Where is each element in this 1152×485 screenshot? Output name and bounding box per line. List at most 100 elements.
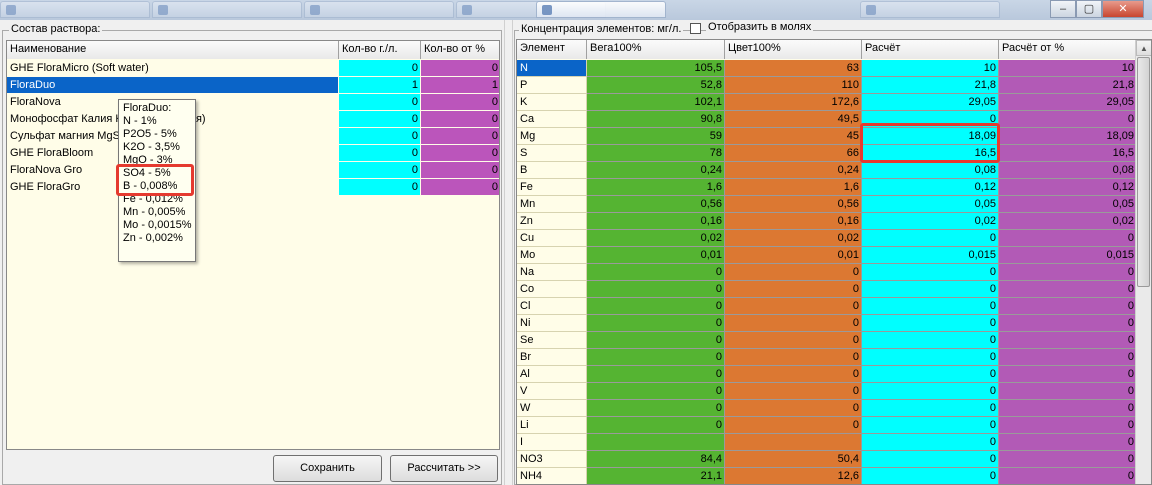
cell-element[interactable]: I: [517, 434, 587, 451]
cell-vega[interactable]: 1,6: [587, 179, 725, 196]
cell-vega[interactable]: 90,8: [587, 111, 725, 128]
table-row[interactable]: Mo 0,01 0,01 0,015 0,015: [517, 247, 1137, 264]
cell-vega[interactable]: 0: [587, 298, 725, 315]
cell-color[interactable]: 0,16: [725, 213, 862, 230]
cell-calc[interactable]: 0: [862, 264, 999, 281]
table-row[interactable]: Li 0 0 0 0: [517, 417, 1137, 434]
table-row[interactable]: Zn 0,16 0,16 0,02 0,02: [517, 213, 1137, 230]
cell-calc[interactable]: 0,08: [862, 162, 999, 179]
taskbar-tab[interactable]: [304, 1, 454, 18]
cell-calc-pct[interactable]: 0: [999, 349, 1137, 366]
maximize-button[interactable]: ▢: [1076, 0, 1102, 18]
cell-vega[interactable]: 59: [587, 128, 725, 145]
cell-color[interactable]: 0: [725, 298, 862, 315]
table-row[interactable]: I 00: [517, 434, 1137, 451]
cell-color[interactable]: 172,6: [725, 94, 862, 111]
cell-pct[interactable]: 0: [421, 179, 499, 196]
cell-calc-pct[interactable]: 0: [999, 298, 1137, 315]
cell-qty[interactable]: 0: [339, 111, 421, 128]
table-row[interactable]: Ca 90,8 49,5 0 0: [517, 111, 1137, 128]
cell-element[interactable]: Na: [517, 264, 587, 281]
cell-element[interactable]: Mg: [517, 128, 587, 145]
cell-calc-pct[interactable]: 16,5: [999, 145, 1137, 162]
cell-color[interactable]: 0: [725, 400, 862, 417]
cell-element[interactable]: Mn: [517, 196, 587, 213]
cell-element[interactable]: NO3: [517, 451, 587, 468]
cell-calc-pct[interactable]: 0: [999, 366, 1137, 383]
cell-element[interactable]: V: [517, 383, 587, 400]
cell-pct[interactable]: 0: [421, 128, 499, 145]
cell-color[interactable]: 63: [725, 60, 862, 77]
cell-pct[interactable]: 0: [421, 60, 499, 77]
cell-qty[interactable]: 0: [339, 94, 421, 111]
table-row[interactable]: Al 0 0 0 0: [517, 366, 1137, 383]
cell-calc-pct[interactable]: 0,12: [999, 179, 1137, 196]
column-header-vega[interactable]: Вега100%: [587, 40, 725, 59]
cell-calc[interactable]: 0,015: [862, 247, 999, 264]
cell-calc[interactable]: 0,12: [862, 179, 999, 196]
cell-vega[interactable]: 0,01: [587, 247, 725, 264]
cell-calc[interactable]: 0,02: [862, 213, 999, 230]
cell-element[interactable]: Li: [517, 417, 587, 434]
taskbar-tab[interactable]: [860, 1, 1000, 18]
cell-vega[interactable]: 102,1: [587, 94, 725, 111]
vertical-scrollbar[interactable]: ▲: [1135, 40, 1151, 484]
cell-calc-pct[interactable]: 0,02: [999, 213, 1137, 230]
column-header-pct[interactable]: Кол-во от %: [421, 41, 499, 59]
table-row[interactable]: Na 0 0 0 0: [517, 264, 1137, 281]
cell-color[interactable]: 0: [725, 383, 862, 400]
column-header-qty[interactable]: Кол-во г./л.: [339, 41, 421, 59]
cell-calc-pct[interactable]: 29,05: [999, 94, 1137, 111]
cell-name[interactable]: FloraDuo: [7, 77, 339, 94]
cell-vega[interactable]: 0: [587, 366, 725, 383]
cell-element[interactable]: Br: [517, 349, 587, 366]
table-row[interactable]: V0000: [517, 383, 1137, 400]
cell-color[interactable]: 110: [725, 77, 862, 94]
cell-qty[interactable]: 0: [339, 162, 421, 179]
cell-element[interactable]: S: [517, 145, 587, 162]
table-row[interactable]: NH4 21,1 12,6 0 0: [517, 468, 1137, 484]
table-row[interactable]: GHE FloraGro 0 0: [7, 179, 499, 196]
cell-element[interactable]: Mo: [517, 247, 587, 264]
cell-element[interactable]: Cl: [517, 298, 587, 315]
cell-calc-pct[interactable]: 0: [999, 417, 1137, 434]
cell-calc[interactable]: 0: [862, 417, 999, 434]
cell-element[interactable]: Ca: [517, 111, 587, 128]
cell-color[interactable]: 0: [725, 281, 862, 298]
cell-element[interactable]: Co: [517, 281, 587, 298]
column-header-name[interactable]: Наименование: [7, 41, 339, 59]
cell-calc-pct[interactable]: 0: [999, 400, 1137, 417]
cell-calc-pct[interactable]: 10: [999, 60, 1137, 77]
cell-calc[interactable]: 0: [862, 230, 999, 247]
table-row[interactable]: FloraNova 0 0: [7, 94, 499, 111]
cell-pct[interactable]: 0: [421, 94, 499, 111]
table-row[interactable]: Br 0 0 0 0: [517, 349, 1137, 366]
cell-qty[interactable]: 0: [339, 145, 421, 162]
table-row[interactable]: Fe 1,6 1,6 0,12 0,12: [517, 179, 1137, 196]
table-row[interactable]: Сульфат магния MgSO4 0 0: [7, 128, 499, 145]
cell-element[interactable]: Cu: [517, 230, 587, 247]
cell-vega[interactable]: 84,4: [587, 451, 725, 468]
table-row[interactable]: S 78 66 16,5 16,5: [517, 145, 1137, 162]
cell-vega[interactable]: 0: [587, 400, 725, 417]
cell-vega[interactable]: 78: [587, 145, 725, 162]
cell-vega[interactable]: 105,5: [587, 60, 725, 77]
cell-color[interactable]: 0: [725, 417, 862, 434]
minimize-button[interactable]: –: [1050, 0, 1076, 18]
cell-pct[interactable]: 0: [421, 145, 499, 162]
table-row[interactable]: N 105,5 63 10 10: [517, 60, 1137, 77]
cell-calc-pct[interactable]: 0: [999, 434, 1137, 451]
cell-calc-pct[interactable]: 0,08: [999, 162, 1137, 179]
table-row[interactable]: Se 0 0 0 0: [517, 332, 1137, 349]
cell-calc[interactable]: 0: [862, 434, 999, 451]
cell-calc-pct[interactable]: 21,8: [999, 77, 1137, 94]
table-row[interactable]: Монофосфат Калия KH2PO4 (не уд-я) 0 0: [7, 111, 499, 128]
cell-color[interactable]: 0,56: [725, 196, 862, 213]
cell-calc[interactable]: 21,8: [862, 77, 999, 94]
cell-color[interactable]: 12,6: [725, 468, 862, 484]
column-header-element[interactable]: Элемент: [517, 40, 587, 59]
table-row[interactable]: Mg 59 45 18,09 18,09: [517, 128, 1137, 145]
cell-vega[interactable]: 52,8: [587, 77, 725, 94]
cell-calc[interactable]: 0: [862, 400, 999, 417]
cell-pct[interactable]: 1: [421, 77, 499, 94]
